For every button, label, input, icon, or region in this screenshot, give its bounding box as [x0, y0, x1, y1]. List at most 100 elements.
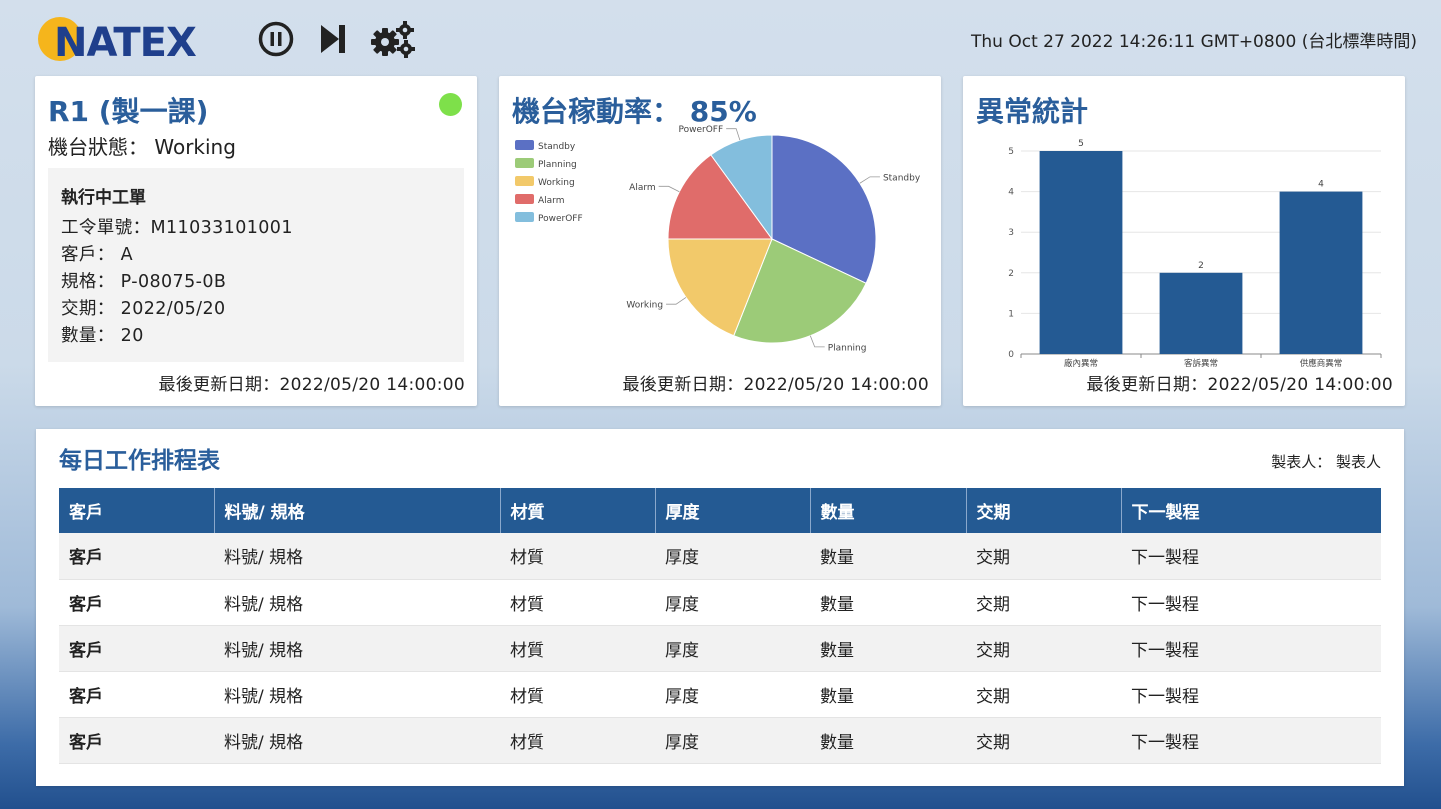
table-cell: 材質 [500, 625, 655, 672]
table-cell: 厚度 [655, 625, 810, 672]
table-cell: 材質 [500, 533, 655, 580]
x-tick-label: 客訴異常 [1184, 358, 1218, 369]
pie-leader-line [658, 185, 680, 193]
pie-slice-label: Standby [883, 173, 921, 183]
job-panel-title: 執行中工單 [61, 188, 146, 208]
table-cell: 材質 [500, 717, 655, 764]
job-due-date: 交期： 2022/05/20 [61, 295, 226, 320]
table-cell: 下一製程 [1121, 625, 1381, 672]
job-row-value: 20 [120, 326, 144, 346]
job-spec: 規格： P-08075-0B [61, 268, 226, 293]
last-updated: 最後更新日期：2022/05/20 14:00:00 [158, 375, 465, 395]
job-row-value: M11033101001 [150, 218, 293, 238]
column-header: 客戶 [59, 488, 215, 533]
job-row-value: 2022/05/20 [120, 299, 226, 319]
pie-leader-line [859, 176, 880, 184]
column-header: 數量 [810, 488, 967, 533]
table-cell: 料號/ 規格 [214, 717, 500, 764]
column-header: 交期 [966, 488, 1122, 533]
job-row-label: 客戶： [61, 245, 115, 265]
table-cell: 厚度 [655, 671, 810, 718]
y-tick-label: 4 [1008, 188, 1014, 198]
status-label: 機台狀態： [48, 135, 148, 159]
job-customer: 客戶： A [61, 241, 133, 266]
y-tick-label: 5 [1008, 147, 1014, 157]
table-cell: 料號/ 規格 [214, 671, 500, 718]
bar-1[interactable] [1039, 151, 1123, 354]
legend-label[interactable]: Planning [538, 160, 577, 170]
table-cell: 交期 [966, 671, 1121, 718]
abnormal-stats-card: 異常統計 0 1 2 3 4 5 5 廠內異常 2 客訴異常 4 供應商異常 最後更新日期：2022/… [963, 76, 1405, 406]
y-tick-label: 3 [1008, 228, 1014, 238]
job-quantity: 數量： 20 [61, 322, 144, 347]
job-row-label: 工令單號： [61, 218, 151, 238]
y-tick-label: 2 [1008, 269, 1014, 279]
table-cell: 厚度 [655, 533, 810, 580]
abnormal-title: 異常統計 [976, 95, 1089, 128]
job-order-number: 工令單號：M11033101001 [61, 214, 293, 239]
last-updated: 最後更新日期：2022/05/20 14:00:00 [622, 375, 929, 395]
schedule-maker: 製表人： 製表人 [1271, 453, 1381, 471]
column-header: 料號/ 規格 [214, 488, 501, 533]
pie-leader-line [809, 335, 825, 348]
current-job-panel: 執行中工單 工令單號：M11033101001 客戶： A 規格： P-0807… [48, 168, 464, 362]
machine-status-card: R1 (製一課) 機台狀態： Working 執行中工單 工令單號：M11033… [35, 76, 477, 406]
settings-gears-icon[interactable] [370, 20, 418, 58]
table-cell: 下一製程 [1121, 533, 1381, 580]
legend-swatch[interactable] [515, 176, 534, 186]
machine-status: 機台狀態： Working [48, 131, 236, 160]
job-row-value: P-08075-0B [120, 272, 227, 292]
last-updated: 最後更新日期：2022/05/20 14:00:00 [1086, 375, 1393, 395]
table-cell: 數量 [810, 671, 966, 718]
bar-2[interactable] [1159, 272, 1243, 354]
natex-logo: NATEX [38, 12, 230, 66]
table-cell: 下一製程 [1121, 717, 1381, 764]
table-cell: 下一製程 [1121, 579, 1381, 626]
abnormal-bar-chart: 0 1 2 3 4 5 5 廠內異常 2 客訴異常 4 供應商異常 [1008, 139, 1382, 369]
table-row[interactable]: 客戶 料號/ 規格 材質 厚度 數量 交期 下一製程 [59, 671, 1381, 718]
table-row[interactable]: 客戶 料號/ 規格 材質 厚度 數量 交期 下一製程 [59, 625, 1381, 672]
svg-text:NATEX: NATEX [54, 20, 197, 66]
table-row[interactable]: 客戶 料號/ 規格 材質 厚度 數量 交期 下一製程 [59, 533, 1381, 580]
column-header: 材質 [500, 488, 656, 533]
bar-3[interactable] [1279, 191, 1363, 354]
table-cell: 數量 [810, 717, 966, 764]
status-value: Working [154, 135, 236, 159]
utilization-card: 機台稼動率： 85% Standby Standby Planning Plannin… [499, 76, 941, 406]
pause-icon[interactable] [257, 20, 295, 58]
x-tick-label: 廠內異常 [1064, 358, 1098, 369]
legend-label[interactable]: Alarm [538, 196, 564, 206]
table-cell: 數量 [810, 625, 966, 672]
pie-leader-line [726, 128, 741, 141]
table-cell: 客戶 [59, 625, 214, 672]
current-datetime: Thu Oct 27 2022 14:26:11 GMT+0800 (台北標準時… [971, 32, 1417, 52]
status-indicator-dot [439, 93, 462, 116]
skip-next-icon[interactable] [314, 20, 352, 58]
bar-value-label: 4 [1318, 180, 1324, 190]
legend-label[interactable]: PowerOFF [538, 214, 583, 224]
table-cell: 料號/ 規格 [214, 579, 500, 626]
legend-label[interactable]: Working [538, 178, 575, 188]
legend-swatch[interactable] [515, 158, 534, 168]
table-cell: 材質 [500, 671, 655, 718]
table-row[interactable]: 客戶 料號/ 規格 材質 厚度 數量 交期 下一製程 [59, 579, 1381, 626]
table-cell: 交期 [966, 625, 1121, 672]
legend-swatch[interactable] [515, 194, 534, 204]
job-row-label: 數量： [61, 326, 115, 346]
table-cell: 客戶 [59, 671, 214, 718]
schedule-title: 每日工作排程表 [59, 448, 220, 474]
table-cell: 交期 [966, 579, 1121, 626]
job-row-value: A [120, 245, 134, 265]
machine-title: R1 (製一課) [48, 95, 209, 128]
legend-swatch[interactable] [515, 212, 534, 222]
pie-slice-label: Alarm [629, 183, 655, 193]
table-row[interactable]: 客戶 料號/ 規格 材質 厚度 數量 交期 下一製程 [59, 717, 1381, 764]
table-cell: 數量 [810, 579, 966, 626]
job-row-label: 交期： [61, 299, 115, 319]
x-tick-label: 供應商異常 [1300, 358, 1343, 369]
utilization-pie-chart: Standby Standby Planning Planning Working Wor… [515, 125, 921, 353]
legend-swatch[interactable] [515, 140, 534, 150]
legend-label[interactable]: Standby [538, 142, 576, 152]
bar-value-label: 2 [1198, 261, 1204, 271]
table-cell: 數量 [810, 533, 966, 580]
